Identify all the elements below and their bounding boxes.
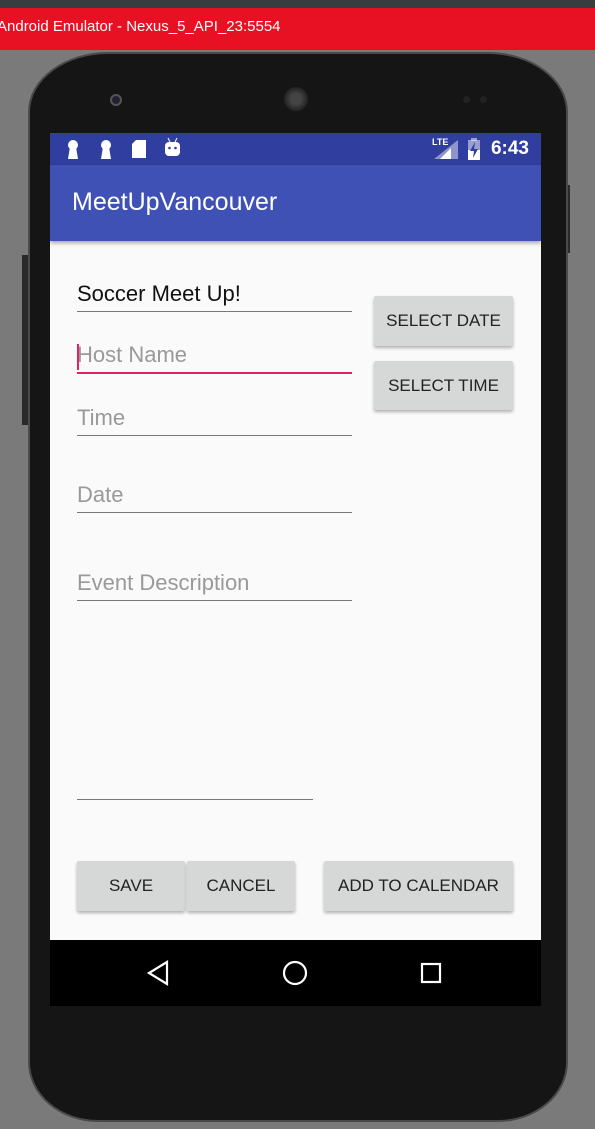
navigation-bar xyxy=(50,940,541,1006)
recents-icon[interactable] xyxy=(420,962,442,984)
text-cursor xyxy=(77,344,79,370)
camera-icon xyxy=(110,94,122,106)
cancel-button[interactable]: CANCEL xyxy=(187,861,295,911)
select-date-button[interactable]: SELECT DATE xyxy=(374,296,513,346)
time-input[interactable]: Time xyxy=(77,405,352,436)
keyhole-icon xyxy=(68,140,78,159)
event-description-input[interactable]: Event Description xyxy=(77,570,352,601)
window-title: Android Emulator - Nexus_5_API_23:5554 xyxy=(0,18,281,35)
back-icon[interactable] xyxy=(146,960,170,986)
speaker-grille xyxy=(284,87,308,111)
android-icon xyxy=(165,137,180,156)
select-time-button[interactable]: SELECT TIME xyxy=(374,361,513,410)
window-top-strip xyxy=(0,0,595,8)
app-title: MeetUpVancouver xyxy=(72,188,278,216)
sd-card-icon xyxy=(132,140,146,158)
add-to-calendar-button[interactable]: ADD TO CALENDAR xyxy=(324,861,513,911)
date-input[interactable]: Date xyxy=(77,482,352,513)
app-bar: MeetUpVancouver xyxy=(50,165,541,241)
home-icon[interactable] xyxy=(282,960,308,986)
keyhole-icon xyxy=(101,140,111,159)
status-clock: 6:43 xyxy=(490,138,529,159)
sensor xyxy=(480,96,487,103)
host-name-placeholder: Host Name xyxy=(77,342,188,367)
save-button[interactable]: SAVE xyxy=(77,861,185,911)
event-title-input[interactable]: Soccer Meet Up! xyxy=(77,281,352,312)
battery-charging-icon xyxy=(468,138,480,160)
extra-input[interactable] xyxy=(77,773,313,800)
window-titlebar: Android Emulator - Nexus_5_API_23:5554 xyxy=(0,8,595,50)
host-name-input[interactable]: Host Name xyxy=(77,342,352,374)
device-screen: LTE 6:43 MeetUpVancouver Soccer Meet Up!… xyxy=(50,133,541,1006)
sensor xyxy=(463,96,470,103)
status-bar: LTE 6:43 xyxy=(50,133,541,165)
signal-icon xyxy=(434,140,458,159)
